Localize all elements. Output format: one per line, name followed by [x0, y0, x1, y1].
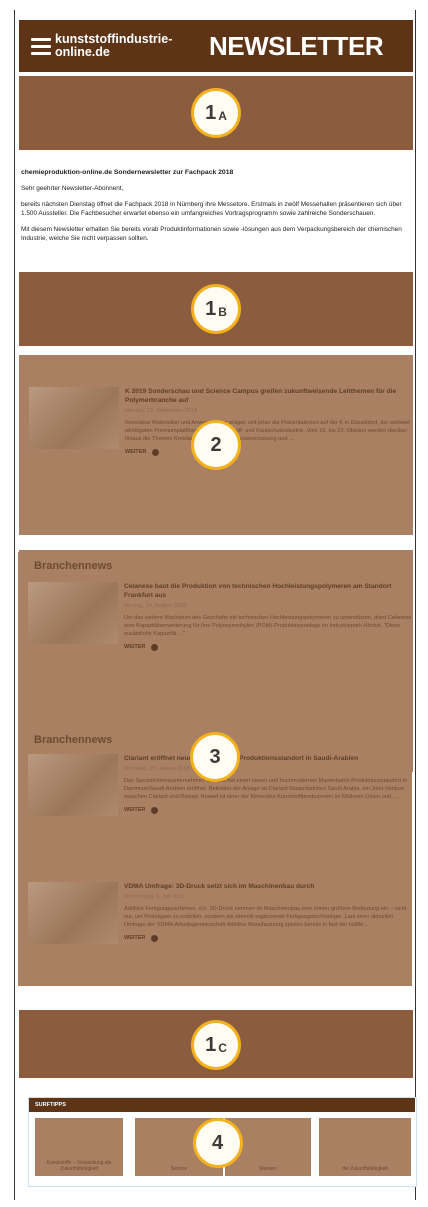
newsletter-header: kunststoffindustrie- online.de NEWSLETTE…: [19, 20, 413, 72]
badge-3-num: 3: [209, 745, 221, 768]
site-logo[interactable]: kunststoffindustrie- online.de: [55, 33, 195, 59]
intro-greeting: Sehr geehrter Newsletter-Abonnent,: [21, 185, 124, 192]
badge-2-num: 2: [210, 433, 222, 456]
section-label-branchennews-1: Branchennews: [34, 560, 113, 572]
read-more-link[interactable]: WEITER: [125, 448, 413, 456]
intro-para2: Mit diesem Newsletter erhalten Sie berei…: [21, 226, 402, 242]
article-date: Montag, 23. September 2018: [125, 408, 198, 414]
intro-para1: bereits nächsten Dienstag öffnet die Fac…: [21, 201, 402, 217]
article-title[interactable]: Clariant eröffnet neuen Masterbatch-Prod…: [124, 754, 412, 763]
article-body: Das Spezialchemieunternehmen Clariant ha…: [124, 778, 407, 800]
surftipps-header: SURFTIPPS: [29, 1098, 415, 1112]
read-more-label: WEITER: [124, 807, 146, 813]
badge-4: 4: [192, 1118, 243, 1168]
read-more-label: WEITER: [124, 644, 146, 650]
arrow-circle-icon: [151, 806, 159, 814]
branchen-article-1[interactable]: Celanese baut die Produktion von technis…: [28, 582, 412, 651]
badge-1c-sub: C: [218, 1040, 227, 1055]
menu-icon[interactable]: [31, 37, 51, 55]
section-label-branchennews-2: Branchennews: [34, 734, 113, 746]
banner-1b: 1 B: [19, 272, 413, 346]
article-date: Montag, 24. August 2018: [124, 603, 187, 609]
badge-1a-num: 1: [205, 101, 217, 124]
arrow-circle-icon: [151, 934, 159, 942]
badge-1a: 1 A: [191, 88, 241, 138]
surftipp-caption: Service: [170, 1166, 188, 1172]
read-more-link[interactable]: WEITER: [124, 643, 412, 651]
badge-1a-sub: A: [218, 108, 227, 123]
article-date: Dienstag, 25. Januar 2018: [124, 766, 190, 772]
branchen-article-3[interactable]: VDMA Umfrage: 3D-Druck setzt sich im Mas…: [28, 882, 412, 944]
section-2-overlay: K 2019 Sonderschau und Science Campus gr…: [19, 355, 413, 535]
badge-1c: 1 C: [191, 1020, 241, 1070]
banner-1c: 1 C: [19, 1010, 413, 1078]
article-title[interactable]: K 2019 Sonderschau und Science Campus gr…: [125, 387, 413, 405]
arrow-circle-icon: [151, 643, 159, 651]
badge-3: 3: [190, 732, 240, 782]
article-body: Um das weitere Wachstum des Geschäfts mi…: [124, 615, 412, 637]
article-title[interactable]: Celanese baut die Produktion von technis…: [124, 582, 412, 600]
surftipp-card[interactable]: Kunststoffe – Verpackung die Zukunftsfäh…: [35, 1118, 123, 1176]
article-thumbnail[interactable]: [28, 882, 118, 944]
read-more-label: WEITER: [125, 449, 147, 455]
badge-2: 2: [191, 420, 241, 470]
badge-1c-num: 1: [205, 1033, 217, 1056]
surftipp-caption: Kunststoffe – Verpackung die Zukunftsfäh…: [46, 1160, 112, 1172]
article-body: Additive Fertigungsverfahren, d.h. 3D-Dr…: [124, 906, 407, 928]
article-thumbnail[interactable]: [29, 387, 119, 449]
article-title[interactable]: VDMA Umfrage: 3D-Druck setzt sich im Mas…: [124, 882, 412, 891]
logo-line2: online.de: [55, 45, 110, 59]
surftipp-caption: Messen: [259, 1166, 277, 1172]
read-more-link[interactable]: WEITER: [124, 806, 412, 814]
arrow-circle-icon: [152, 448, 160, 456]
article-body: Innovative Materialien und Anwendungen p…: [125, 420, 410, 442]
article-thumbnail[interactable]: [28, 582, 118, 644]
badge-1b: 1 B: [191, 284, 241, 334]
read-more-label: WEITER: [124, 935, 146, 941]
article-date: Donnerstag, 5. Juli 2018: [124, 894, 185, 900]
surftipps-box: SURFTIPPS Kunststoffe – Verpackung die Z…: [28, 1097, 417, 1187]
intro-heading: chemieproduktion-online.de Sondernewslet…: [21, 169, 234, 176]
badge-1b-num: 1: [205, 297, 217, 320]
section-3-block: Branchennews Celanese baut die Produktio…: [18, 552, 412, 986]
article-thumbnail[interactable]: [28, 754, 118, 816]
badge-4-num: 4: [211, 1131, 224, 1154]
read-more-link[interactable]: WEITER: [124, 934, 412, 942]
intro-text: chemieproduktion-online.de Sondernewslet…: [21, 168, 405, 250]
surftipp-caption: die Zukunftsfähigkeit: [342, 1166, 388, 1172]
banner-1a: 1 A: [19, 76, 413, 150]
badge-1b-sub: B: [218, 304, 227, 319]
newsletter-title: NEWSLETTER: [209, 30, 384, 61]
surftipp-card[interactable]: die Zukunftsfähigkeit: [319, 1118, 411, 1176]
